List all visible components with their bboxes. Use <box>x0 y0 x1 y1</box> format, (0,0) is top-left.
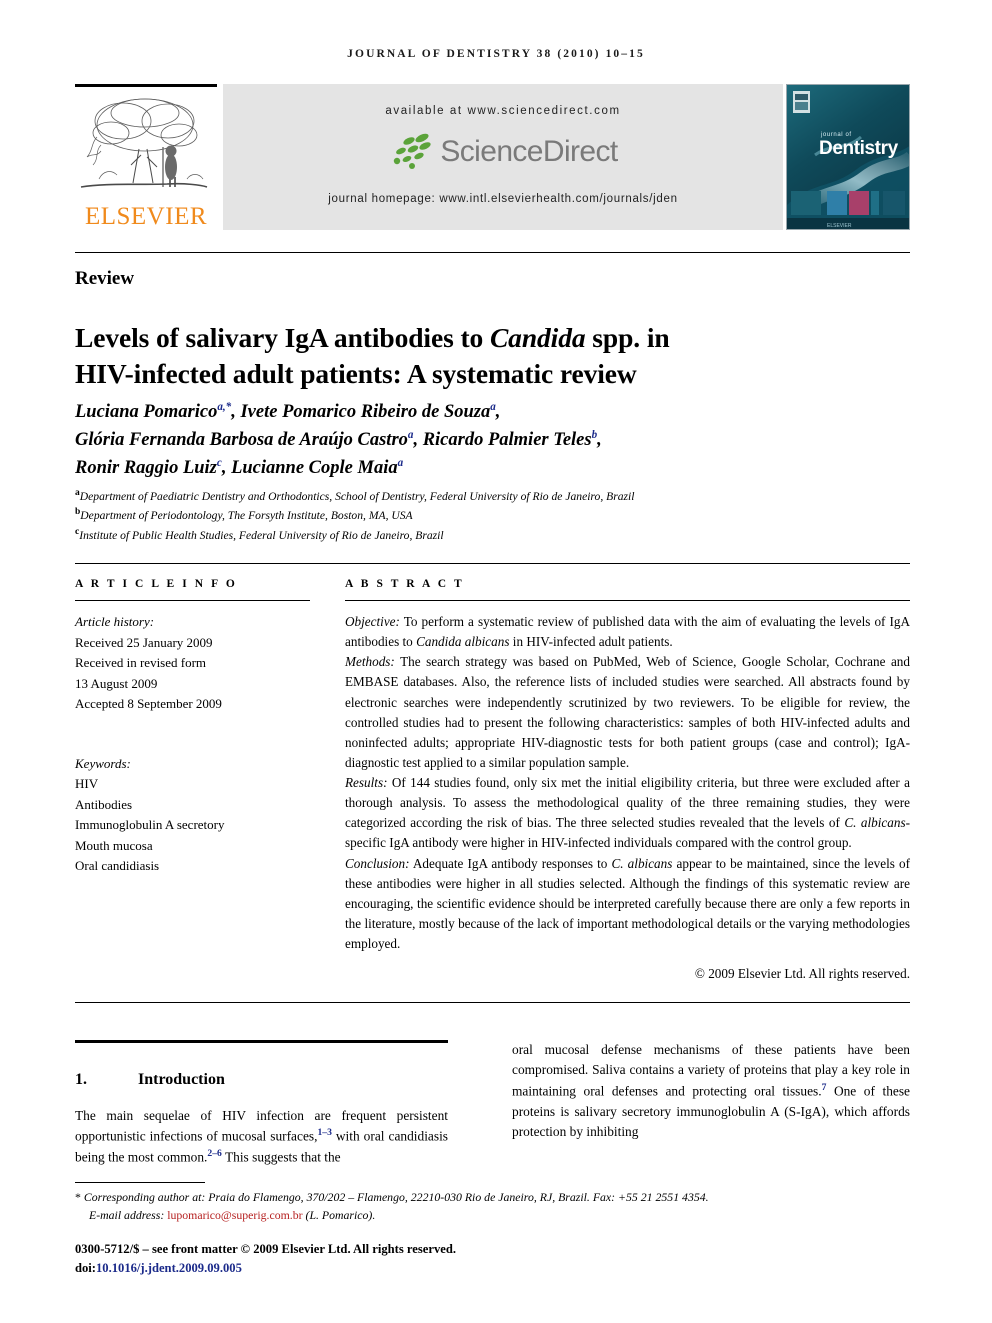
svg-text:ELSEVIER: ELSEVIER <box>827 223 852 229</box>
author-name: , Lucianne Cople Maia <box>221 458 398 479</box>
page-title: Levels of salivary IgA antibodies to Can… <box>75 320 775 390</box>
email-label: E-mail address: <box>89 1208 168 1223</box>
author-affil-marker[interactable]: a <box>398 457 404 469</box>
section-number: 1. <box>75 1071 87 1088</box>
author-list: Luciana Pomaricoa,*, Ivete Pomarico Ribe… <box>75 398 835 482</box>
body-column-left: 1. Introduction The main sequelae of HIV … <box>75 1040 448 1168</box>
doi-line: doi:10.1016/j.jdent.2009.09.005 <box>75 1259 875 1278</box>
abstract-italic-term: C. albicans <box>844 815 906 831</box>
section-top-rule <box>75 1040 448 1043</box>
running-head: JOURNAL OF DENTISTRY 38 (2010) 10–15 <box>347 48 645 60</box>
sciencedirect-logo[interactable]: ScienceDirect <box>388 132 618 176</box>
abstract-methods: Methods: The search strategy was based o… <box>345 652 910 773</box>
abstract-objective-text-end: in HIV-infected adult patients. <box>509 634 673 650</box>
email-link[interactable]: lupomarico@superig.com.br <box>167 1208 302 1222</box>
abstract-results: Results: Of 144 studies found, only six … <box>345 773 910 854</box>
title-line-1-part-b: spp. in <box>585 322 670 354</box>
article-history-label: Article history: <box>75 614 155 629</box>
available-at-text: available at www.sciencedirect.com <box>385 105 621 117</box>
affiliation-item: bDepartment of Periodontology, The Forsy… <box>75 505 875 524</box>
keyword-item[interactable]: Oral candidiasis <box>75 856 310 877</box>
author-name: , Ivete Pomarico Ribeiro de Souza <box>231 402 491 422</box>
abstract-methods-text: The search strategy was based on PubMed,… <box>345 654 910 770</box>
sciencedirect-wordmark: ScienceDirect <box>440 135 618 168</box>
author-separator: , <box>495 402 501 422</box>
intro-text-c: This suggests that the <box>221 1149 341 1165</box>
article-history-item: Received in revised form <box>75 655 207 671</box>
abstract-copyright: © 2009 Elsevier Ltd. All rights reserved… <box>694 966 910 982</box>
abstract-results-text: Of 144 studies found, only six met the i… <box>345 775 910 831</box>
author-name: Ronir Raggio Luiz <box>75 458 217 479</box>
sciencedirect-leaf-icon <box>388 132 440 172</box>
doi-link[interactable]: 10.1016/j.jdent.2009.09.005 <box>96 1261 242 1275</box>
intro-paragraph-right: oral mucosal defense mechanisms of these… <box>512 1040 910 1142</box>
email-suffix: (L. Pomarico). <box>302 1208 376 1223</box>
abstract-conclusion-text: Adequate IgA antibody responses to <box>409 855 612 871</box>
keyword-item[interactable]: Mouth mucosa <box>75 836 310 857</box>
abstract-italic-term: C. albicans <box>611 855 673 871</box>
journal-cover-thumbnail[interactable]: journal of Dentistry ELSEVIER <box>786 84 910 230</box>
citation-ref[interactable]: 2–6 <box>207 1148 221 1159</box>
abstract-objective-label: Objective: <box>345 614 400 629</box>
abstract-objective: Objective: To perform a systematic revie… <box>345 612 910 652</box>
imprint-block: 0300-5712/$ – see front matter © 2009 El… <box>75 1240 875 1278</box>
footnote-rule <box>75 1182 205 1183</box>
body-column-right: oral mucosal defense mechanisms of these… <box>512 1040 910 1142</box>
elsevier-tree-icon <box>75 91 213 203</box>
doi-label: doi: <box>75 1260 96 1275</box>
section-heading-introduction: 1. Introduction <box>75 1071 448 1089</box>
title-line-1-part-a: Levels of salivary IgA antibodies to <box>75 322 490 354</box>
affiliation-text: Department of Periodontology, The Forsyt… <box>80 509 413 523</box>
abstract-results-label: Results: <box>345 775 388 790</box>
svg-text:Dentistry: Dentistry <box>819 138 899 159</box>
article-section-type: Review <box>75 268 135 289</box>
article-info-rule <box>75 600 310 601</box>
keyword-item[interactable]: HIV <box>75 774 310 795</box>
abstract-conclusion: Conclusion: Adequate IgA antibody respon… <box>345 854 910 955</box>
author-separator: , <box>597 430 602 451</box>
article-info-heading: A R T I C L E I N F O <box>75 578 238 590</box>
author-name: Glória Fernanda Barbosa de Araújo Castro <box>75 430 408 451</box>
abstract-conclusion-label: Conclusion: <box>345 855 410 871</box>
elsevier-wordmark: ELSEVIER <box>84 203 208 230</box>
affiliation-text: Department of Paediatric Dentistry and O… <box>79 489 635 503</box>
abstract-italic-term: Candida albicans <box>416 634 510 650</box>
author-name: , Ricardo Palmier Teles <box>413 430 592 451</box>
abstract-panel: A B S T R A C T Objective: To perform a … <box>345 578 910 982</box>
journal-homepage-link[interactable]: journal homepage: www.intl.elsevierhealt… <box>223 193 783 205</box>
title-italic-candida: Candida <box>489 322 586 354</box>
title-line-2: HIV-infected adult patients: A systemati… <box>75 357 637 389</box>
author-name: Luciana Pomarico <box>75 402 218 422</box>
abstract-methods-label: Methods: <box>345 654 395 670</box>
abstract-rule <box>345 600 910 601</box>
corresponding-author-footnote: * Corresponding author at: Praia do Flam… <box>75 1188 875 1225</box>
affiliation-item: cInstitute of Public Health Studies, Fed… <box>75 525 875 544</box>
keywords-label: Keywords: <box>75 755 131 771</box>
keyword-item[interactable]: Immunoglobulin A secretory <box>75 815 310 836</box>
article-history-item: 13 August 2009 <box>75 675 158 691</box>
section-title: Introduction <box>138 1071 225 1088</box>
affiliation-text: Institute of Public Health Studies, Fede… <box>79 528 444 542</box>
affiliation-list: aDepartment of Paediatric Dentistry and … <box>75 486 875 544</box>
author-affil-marker[interactable]: a,* <box>217 401 231 413</box>
elsevier-logo: ELSEVIER <box>75 84 217 236</box>
keywords-block: Keywords: HIV Antibodies Immunoglobulin … <box>75 754 310 877</box>
intro-paragraph-left: The main sequelae of HIV infection are f… <box>75 1106 448 1168</box>
info-section-divider <box>75 563 910 564</box>
issn-line: 0300-5712/$ – see front matter © 2009 El… <box>75 1242 456 1256</box>
article-history-item: Received 25 January 2009 <box>75 634 213 650</box>
abstract-heading: A B S T R A C T <box>345 578 465 590</box>
corresponding-author-text: Corresponding author at: Praia do Flamen… <box>80 1190 709 1204</box>
article-history-item: Accepted 8 September 2009 <box>75 696 222 712</box>
masthead-divider <box>75 252 910 253</box>
citation-ref[interactable]: 1–3 <box>317 1127 331 1138</box>
article-page: JOURNAL OF DENTISTRY 38 (2010) 10–15 ELS… <box>0 0 992 1323</box>
abstract-bottom-divider <box>75 1002 910 1003</box>
sciencedirect-banner: available at www.sciencedirect.com Scien… <box>223 84 783 230</box>
article-info-panel: A R T I C L E I N F O Article history: R… <box>75 578 310 877</box>
keyword-item[interactable]: Antibodies <box>75 795 310 816</box>
affiliation-item: aDepartment of Paediatric Dentistry and … <box>75 486 875 505</box>
email-line: E-mail address: lupomarico@superig.com.b… <box>75 1206 875 1224</box>
masthead: ELSEVIER available at www.sciencedirect.… <box>75 84 910 236</box>
